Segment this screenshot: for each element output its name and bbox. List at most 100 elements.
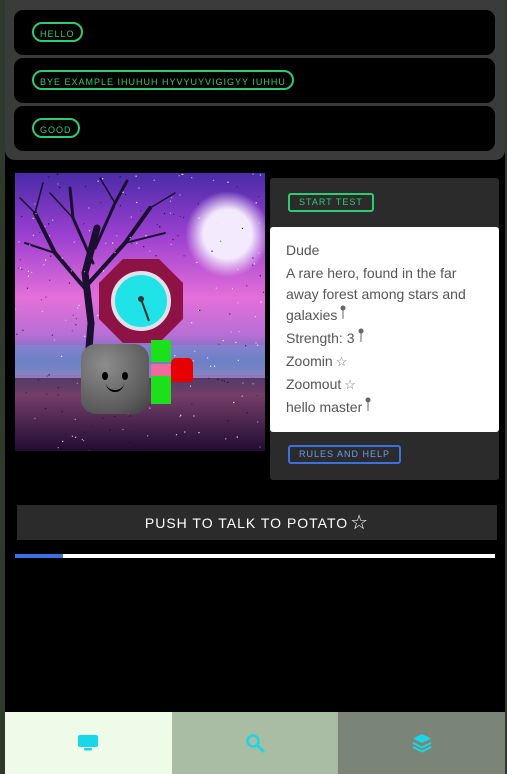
star-speck — [114, 248, 116, 250]
star-speck — [19, 259, 21, 261]
star-speck — [34, 203, 36, 205]
monitor-icon — [78, 735, 99, 751]
star-speck — [48, 374, 50, 376]
tab-search[interactable] — [171, 712, 339, 774]
character-details: Dude A rare hero, found in the far away … — [270, 227, 499, 432]
star-speck — [71, 435, 73, 437]
star-speck — [149, 250, 151, 252]
star-speck — [237, 302, 239, 304]
star-speck — [159, 226, 161, 228]
star-speck — [122, 191, 124, 193]
talk-label: PUSH TO TALK TO POTATO — [144, 514, 349, 531]
star-speck — [223, 380, 225, 382]
potato-character[interactable] — [81, 344, 149, 414]
star-speck — [143, 246, 145, 248]
star-speck — [246, 412, 248, 414]
star-speck — [59, 186, 61, 189]
star-speck — [174, 355, 176, 357]
star-speck — [122, 428, 124, 431]
layers-icon — [412, 734, 432, 753]
star-speck — [179, 194, 181, 196]
star-speck — [90, 280, 92, 282]
game-scene[interactable] — [15, 173, 265, 451]
star-speck — [177, 235, 179, 237]
potato-eye-right — [122, 372, 128, 380]
star-speck — [15, 445, 18, 447]
potato-eye-left — [102, 372, 108, 380]
star-speck — [129, 415, 131, 417]
pink-block — [151, 364, 171, 376]
star-speck — [125, 194, 127, 196]
star-speck — [255, 342, 257, 344]
star-speck — [222, 446, 224, 448]
search-icon — [246, 734, 265, 753]
star-speck — [178, 175, 180, 177]
star-speck — [237, 359, 239, 361]
star-speck — [259, 174, 261, 176]
app-frame: HELLO BYE EXAMPLE IHUHUH HYVYUYVIGIGYY I… — [5, 0, 505, 774]
star-speck — [102, 417, 104, 419]
star-speck — [77, 307, 79, 309]
start-test-button[interactable]: START TEST — [288, 193, 374, 212]
list-item[interactable]: BYE EXAMPLE IHUHUH HYVYUYVIGIGYY IUHHU — [14, 58, 495, 103]
star-speck — [57, 394, 59, 396]
list-item[interactable]: GOOD — [14, 106, 495, 151]
star-speck — [35, 213, 37, 215]
star-speck — [169, 212, 172, 214]
zoom-out-row[interactable]: Zoomout ☆ — [286, 374, 483, 395]
star-speck — [21, 268, 23, 270]
star-speck — [134, 445, 136, 447]
star-speck — [156, 223, 158, 226]
tab-layers[interactable] — [338, 712, 505, 774]
star-speck — [22, 329, 24, 331]
star-speck — [27, 270, 29, 272]
star-speck — [173, 213, 175, 215]
star-speck — [61, 257, 63, 259]
list-item[interactable]: HELLO — [14, 10, 495, 55]
star-speck — [78, 304, 80, 306]
star-speck — [189, 385, 192, 387]
bottom-tab-bar — [5, 712, 505, 774]
tab-monitor[interactable] — [5, 712, 172, 774]
rules-help-button[interactable]: RULES AND HELP — [288, 445, 402, 464]
star-speck — [193, 415, 195, 417]
star-speck — [29, 244, 31, 246]
star-speck — [75, 324, 77, 326]
star-speck — [214, 365, 216, 367]
star-speck — [56, 173, 58, 175]
star-speck — [81, 238, 83, 240]
star-speck — [238, 331, 240, 333]
star-speck — [81, 438, 83, 441]
zoom-in-row[interactable]: Zoomin ☆ — [286, 351, 483, 372]
star-speck — [181, 173, 183, 175]
push-to-talk-button[interactable]: PUSH TO TALK TO POTATO ☆ — [17, 505, 497, 540]
star-speck — [43, 264, 45, 266]
star-speck — [257, 344, 259, 346]
star-speck — [31, 271, 33, 274]
star-speck — [49, 244, 51, 246]
star-speck — [41, 311, 43, 313]
star-speck — [145, 235, 147, 237]
star-speck — [227, 420, 229, 422]
star-speck — [179, 215, 181, 217]
star-speck — [71, 330, 73, 332]
star-speck — [48, 223, 50, 225]
star-speck — [16, 333, 18, 335]
star-speck — [32, 217, 34, 220]
item-label: GOOD — [32, 118, 80, 138]
star-speck — [116, 235, 118, 237]
star-speck — [191, 177, 193, 179]
strength-stat: Strength: 3 — [286, 328, 483, 349]
star-speck — [179, 416, 181, 418]
star-speck — [61, 355, 63, 357]
star-speck — [255, 202, 257, 204]
star-speck — [105, 242, 107, 244]
star-speck — [198, 217, 200, 219]
star-speck — [129, 236, 131, 239]
star-speck — [75, 436, 77, 438]
star-speck — [135, 175, 137, 177]
star-speck — [221, 379, 223, 381]
item-list: HELLO BYE EXAMPLE IHUHUH HYVYUYVIGIGYY I… — [5, 0, 505, 160]
star-speck — [130, 216, 132, 218]
star-speck — [149, 403, 151, 406]
